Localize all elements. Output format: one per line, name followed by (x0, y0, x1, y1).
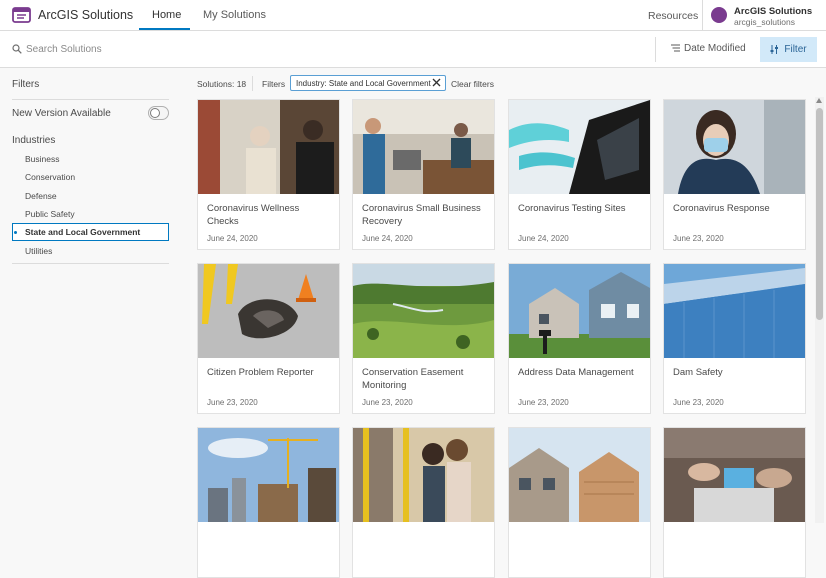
sidebar-divider-bottom (12, 263, 169, 264)
card-date: June 23, 2020 (362, 398, 413, 407)
sort-lines-icon (671, 44, 680, 52)
card-thumbnail (198, 428, 339, 522)
industry-filter-chip[interactable]: Industry: State and Local Government (290, 75, 446, 91)
card-date: June 23, 2020 (207, 398, 258, 407)
card-title: Coronavirus Small Business Recovery (362, 203, 481, 227)
user-name[interactable]: ArcGIS Solutions (734, 6, 812, 17)
card-title: Coronavirus Testing Sites (518, 203, 626, 214)
solution-card-wellness-checks[interactable]: Coronavirus Wellness Checks June 24, 202… (197, 99, 340, 250)
solutions-count: Solutions: 18 (197, 79, 247, 89)
card-thumbnail (664, 264, 805, 358)
solution-card-address-data-management[interactable]: Address Data Management June 23, 2020 (508, 263, 651, 414)
card-title: Dam Safety (673, 367, 723, 378)
arcgis-solutions-logo-icon[interactable] (11, 5, 33, 25)
card-date: June 23, 2020 (673, 234, 724, 243)
tab-my-solutions[interactable]: My Solutions (203, 9, 266, 21)
card-date: June 24, 2020 (207, 234, 258, 243)
card-date: June 23, 2020 (518, 398, 569, 407)
active-tab-indicator (139, 28, 190, 30)
industry-public-safety[interactable]: Public Safety (25, 209, 75, 219)
toggle-knob (150, 108, 160, 118)
chip-divider (252, 76, 253, 91)
app-title[interactable]: ArcGIS Solutions (38, 8, 133, 22)
card-title: Conservation Easement Monitoring (362, 367, 464, 391)
solution-card-row3-3[interactable] (508, 427, 651, 578)
user-handle: arcgis_solutions (734, 17, 795, 27)
new-version-label: New Version Available (12, 108, 111, 119)
solution-card-row3-1[interactable] (197, 427, 340, 578)
card-thumbnail (198, 100, 339, 194)
solution-card-dam-safety[interactable]: Dam Safety June 23, 2020 (663, 263, 806, 414)
filter-button[interactable]: Filter (760, 37, 817, 62)
sliders-icon (770, 45, 779, 54)
solution-card-row3-4[interactable] (663, 427, 806, 578)
card-date: June 23, 2020 (673, 398, 724, 407)
filters-sidebar: Filters New Version Available Industries… (0, 68, 182, 523)
search-bar: Date Modified Filter (0, 31, 826, 68)
scroll-up-arrow-icon[interactable] (816, 98, 822, 103)
scrollbar-thumb[interactable] (816, 108, 823, 320)
search-input[interactable] (26, 40, 626, 58)
card-title: Coronavirus Wellness Checks (207, 203, 300, 227)
card-thumbnail (664, 428, 805, 522)
user-avatar[interactable] (711, 7, 727, 23)
solution-card-small-business-recovery[interactable]: Coronavirus Small Business Recovery June… (352, 99, 495, 250)
industry-conservation[interactable]: Conservation (25, 172, 75, 182)
new-version-toggle[interactable] (148, 106, 169, 120)
industry-utilities[interactable]: Utilities (25, 246, 52, 256)
sidebar-title: Filters (12, 79, 40, 90)
card-thumbnail (353, 100, 494, 194)
search-divider (655, 37, 656, 62)
card-title: Coronavirus Response (673, 203, 770, 214)
industries-heading: Industries (12, 135, 56, 146)
industry-business[interactable]: Business (25, 154, 60, 164)
sidebar-divider (12, 99, 169, 100)
industry-defense[interactable]: Defense (25, 191, 57, 201)
close-icon[interactable] (432, 78, 441, 87)
card-thumbnail (664, 100, 805, 194)
chip-label: Industry: State and Local Government (296, 79, 431, 88)
selected-industry-label: State and Local Government (25, 227, 141, 237)
tab-home[interactable]: Home (152, 9, 181, 21)
resources-link[interactable]: Resources (648, 10, 698, 22)
card-thumbnail (353, 428, 494, 522)
date-modified-label: Date Modified (684, 43, 746, 54)
card-thumbnail (509, 428, 650, 522)
search-icon (12, 44, 22, 54)
solution-card-testing-sites[interactable]: Coronavirus Testing Sites June 24, 2020 (508, 99, 651, 250)
card-thumbnail (353, 264, 494, 358)
card-title: Address Data Management (518, 367, 634, 378)
card-date: June 24, 2020 (518, 234, 569, 243)
industry-state-and-local-government[interactable]: State and Local Government (12, 223, 169, 241)
solution-card-row3-2[interactable] (352, 427, 495, 578)
solution-card-citizen-problem-reporter[interactable]: Citizen Problem Reporter June 23, 2020 (197, 263, 340, 414)
solution-card-coronavirus-response[interactable]: Coronavirus Response June 23, 2020 (663, 99, 806, 250)
card-thumbnail (509, 100, 650, 194)
filter-button-label: Filter (784, 44, 807, 55)
header-divider (702, 0, 703, 31)
selected-indicator (14, 231, 17, 234)
active-filters-label: Filters (262, 79, 286, 89)
date-modified-sort-button[interactable]: Date Modified (671, 43, 746, 54)
top-navigation-bar: ArcGIS Solutions Home My Solutions Resou… (0, 0, 826, 31)
clear-filters-link[interactable]: Clear filters (451, 79, 494, 89)
card-title: Citizen Problem Reporter (207, 367, 314, 378)
card-thumbnail (198, 264, 339, 358)
card-date: June 24, 2020 (362, 234, 413, 243)
card-thumbnail (509, 264, 650, 358)
solution-card-conservation-easement[interactable]: Conservation Easement Monitoring June 23… (352, 263, 495, 414)
